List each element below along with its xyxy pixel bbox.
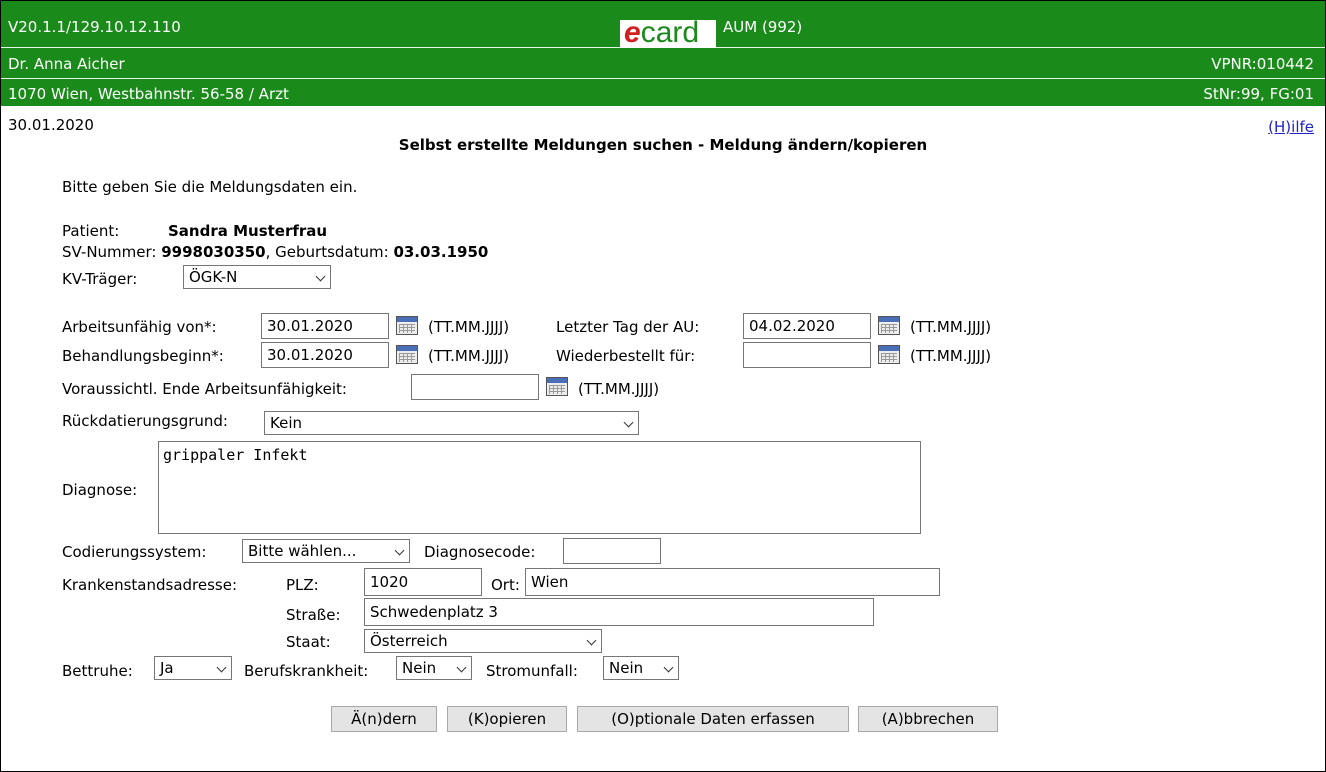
version-text: V20.1.1/129.10.12.110 <box>8 18 181 36</box>
optionale-daten-button[interactable]: (O)ptionale Daten erfassen <box>577 706 849 732</box>
stromunfall-select[interactable]: Nein <box>603 656 679 680</box>
diagnosecode-label: Diagnosecode: <box>424 543 536 561</box>
strasse-label: Straße: <box>286 606 341 624</box>
berufskrankheit-label: Berufskrankheit: <box>244 662 369 680</box>
codierungssystem-label: Codierungssystem: <box>62 543 207 561</box>
chevron-down-icon <box>216 662 227 673</box>
sv-number: 9998030350 <box>161 243 266 261</box>
calendar-icon[interactable] <box>878 316 900 335</box>
staat-select[interactable]: Österreich <box>364 629 602 653</box>
vpnr-text: VPNR:010442 <box>1211 55 1314 73</box>
calendar-icon[interactable] <box>546 377 568 396</box>
patient-name: Sandra Musterfrau <box>168 222 328 240</box>
app-title: AUM (992) <box>723 18 803 36</box>
help-link[interactable]: (H)ilfe <box>1268 118 1314 136</box>
letzter-tag-label: Letzter Tag der AU: <box>556 318 700 336</box>
stromunfall-label: Stromunfall: <box>486 662 578 680</box>
staat-label: Staat: <box>286 633 331 651</box>
au-von-input[interactable] <box>261 313 389 339</box>
diagnosecode-input[interactable] <box>563 538 661 564</box>
calendar-icon[interactable] <box>396 316 418 335</box>
plz-input[interactable] <box>364 568 482 596</box>
calendar-icon[interactable] <box>878 345 900 364</box>
berufskrankheit-select[interactable]: Nein <box>396 656 472 680</box>
birth-date: 03.03.1950 <box>393 243 489 261</box>
kv-traeger-select[interactable]: ÖGK-N <box>183 265 331 289</box>
chevron-down-icon <box>663 662 674 673</box>
date-format-hint: (TT.MM.JJJJ) <box>910 318 992 336</box>
abbrechen-button[interactable]: (A)bbrechen <box>858 706 998 732</box>
wiederbestellt-label: Wiederbestellt für: <box>556 347 696 365</box>
ort-label: Ort: <box>491 576 520 594</box>
kv-label: KV-Träger: <box>62 270 138 288</box>
patient-label: Patient: <box>62 222 120 240</box>
date-format-hint: (TT.MM.JJJJ) <box>910 347 992 365</box>
au-von-label: Arbeitsunfähig von*: <box>62 318 217 336</box>
intro-text: Bitte geben Sie die Meldungsdaten ein. <box>62 178 358 196</box>
page-title: Selbst erstellte Meldungen suchen - Meld… <box>398 136 928 154</box>
rueckdatierung-select[interactable]: Kein <box>264 411 639 435</box>
krankenstandsadresse-label: Krankenstandsadresse: <box>62 576 238 594</box>
voraussichtl-ende-input[interactable] <box>411 374 539 400</box>
wiederbestellt-input[interactable] <box>743 342 871 368</box>
date-format-hint: (TT.MM.JJJJ) <box>428 347 510 365</box>
bettruhe-select[interactable]: Ja <box>154 656 232 680</box>
strasse-input[interactable] <box>364 598 874 626</box>
plz-label: PLZ: <box>286 576 319 594</box>
behandlungsbeginn-input[interactable] <box>261 342 389 368</box>
chevron-down-icon <box>394 545 405 556</box>
diagnose-label: Diagnose: <box>62 481 138 499</box>
ecard-logo: ecard <box>620 18 716 48</box>
chevron-down-icon <box>315 271 326 282</box>
current-date: 30.01.2020 <box>8 116 94 134</box>
kopieren-button[interactable]: (K)opieren <box>447 706 567 732</box>
rueckdatierung-label: Rückdatierungsgrund: <box>62 412 228 430</box>
date-format-hint: (TT.MM.JJJJ) <box>578 380 660 398</box>
date-format-hint: (TT.MM.JJJJ) <box>428 318 510 336</box>
chevron-down-icon <box>623 417 634 428</box>
stnr-text: StNr:99, FG:01 <box>1203 85 1314 103</box>
letzter-tag-input[interactable] <box>743 313 871 339</box>
doctor-name: Dr. Anna Aicher <box>8 55 125 73</box>
codierungssystem-select[interactable]: Bitte wählen... <box>242 539 410 563</box>
patient-sv-line: SV-Nummer: 9998030350, Geburtsdatum: 03.… <box>62 243 489 261</box>
calendar-icon[interactable] <box>396 345 418 364</box>
ort-input[interactable] <box>525 568 940 596</box>
bettruhe-label: Bettruhe: <box>62 662 133 680</box>
behandlungsbeginn-label: Behandlungsbeginn*: <box>62 347 224 365</box>
chevron-down-icon <box>456 662 467 673</box>
doctor-address: 1070 Wien, Westbahnstr. 56-58 / Arzt <box>8 85 289 103</box>
voraussichtl-ende-label: Voraussichtl. Ende Arbeitsunfähigkeit: <box>62 380 347 398</box>
chevron-down-icon <box>586 635 597 646</box>
diagnose-textarea[interactable]: grippaler Infekt <box>158 441 921 534</box>
aendern-button[interactable]: Ä(n)dern <box>331 706 437 732</box>
